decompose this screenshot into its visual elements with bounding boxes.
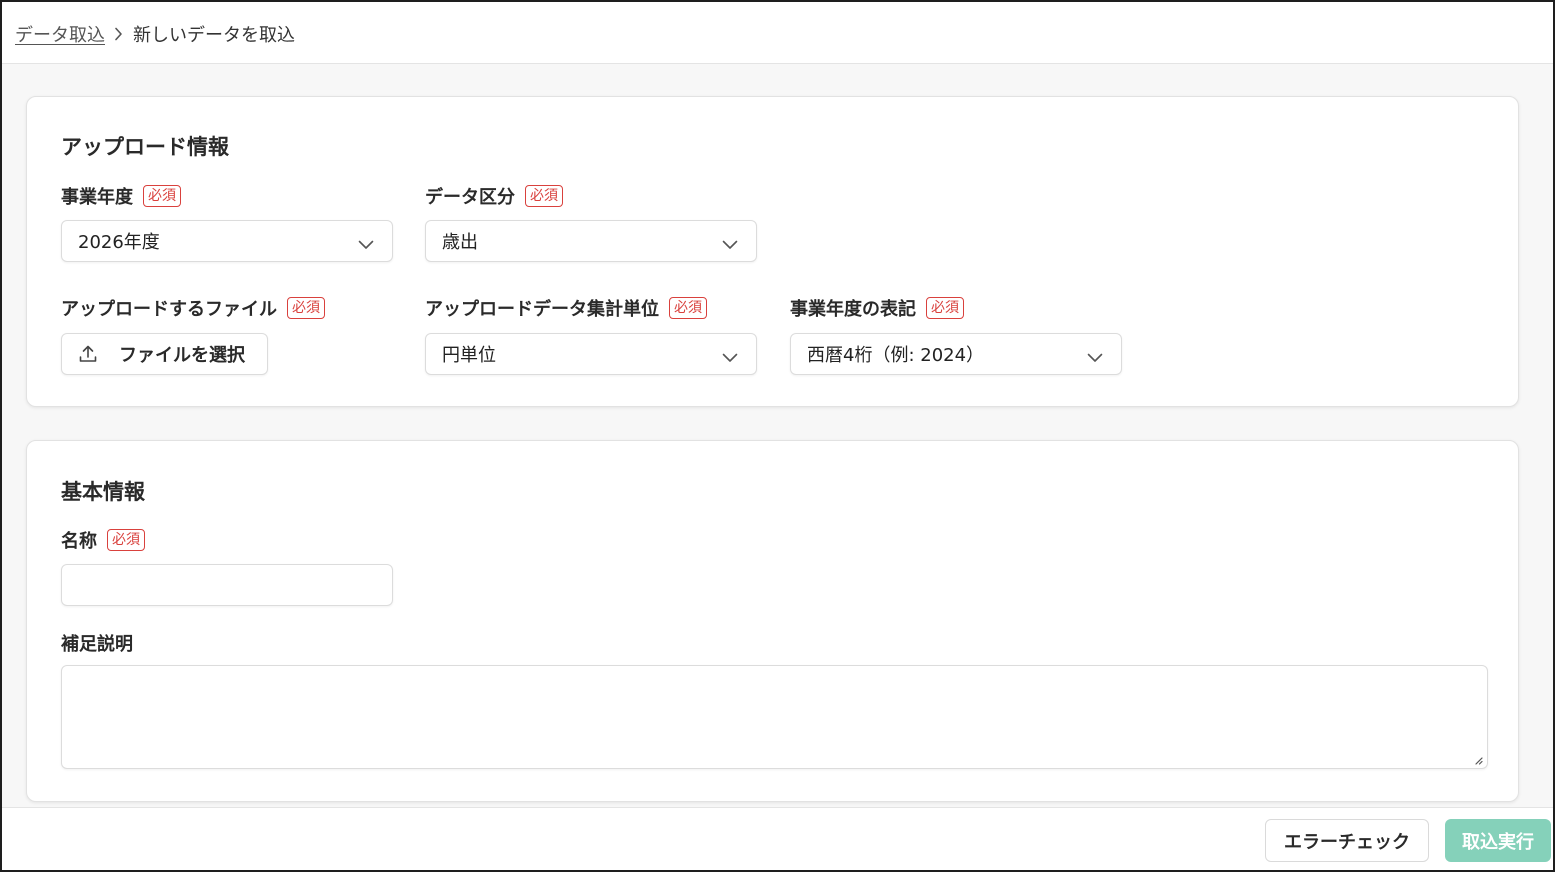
- data-category-select[interactable]: 歳出: [425, 220, 757, 262]
- year-notation-label-text: 事業年度の表記: [790, 299, 916, 320]
- required-badge: 必須: [107, 529, 145, 551]
- execute-import-button[interactable]: 取込実行: [1445, 819, 1551, 862]
- name-label: 名称 必須: [61, 527, 145, 553]
- error-check-button[interactable]: エラーチェック: [1265, 819, 1429, 862]
- upload-file-label-text: アップロードするファイル: [61, 299, 277, 320]
- chevron-down-icon: [722, 234, 738, 255]
- chevron-down-icon: [722, 347, 738, 368]
- required-badge: 必須: [287, 297, 325, 319]
- fiscal-year-label-text: 事業年度: [61, 187, 133, 208]
- upload-icon: [79, 345, 97, 363]
- aggregation-unit-select[interactable]: 円単位: [425, 333, 757, 375]
- select-file-button[interactable]: ファイルを選択: [61, 333, 268, 375]
- fiscal-year-label: 事業年度 必須: [61, 183, 181, 209]
- name-label-text: 名称: [61, 531, 97, 552]
- breadcrumb-link-data-import[interactable]: データ取込: [15, 21, 105, 47]
- required-badge: 必須: [669, 297, 707, 319]
- aggregation-unit-label-text: アップロードデータ集計単位: [425, 299, 659, 320]
- breadcrumb-current: 新しいデータを取込: [133, 25, 295, 46]
- year-notation-label: 事業年度の表記 必須: [790, 295, 964, 321]
- aggregation-unit-value: 円単位: [442, 345, 496, 366]
- chevron-down-icon: [1087, 347, 1103, 368]
- section-title-basic: 基本情報: [61, 480, 145, 504]
- chevron-right-icon: [114, 27, 123, 41]
- required-badge: 必須: [143, 185, 181, 207]
- data-category-label-text: データ区分: [425, 187, 515, 208]
- basic-info-card: 基本情報 名称 必須 補足説明: [26, 440, 1519, 802]
- section-title-upload: アップロード情報: [61, 135, 229, 159]
- breadcrumb: データ取込 新しいデータを取込: [15, 21, 295, 47]
- data-category-value: 歳出: [442, 232, 478, 253]
- fiscal-year-select[interactable]: 2026年度: [61, 220, 393, 262]
- upload-file-label: アップロードするファイル 必須: [61, 295, 325, 321]
- chevron-down-icon: [358, 234, 374, 255]
- year-notation-value: 西暦4桁（例: 2024）: [807, 345, 985, 366]
- header-bar: データ取込 新しいデータを取込: [2, 2, 1553, 64]
- resize-handle-icon[interactable]: [1473, 755, 1515, 798]
- aggregation-unit-label: アップロードデータ集計単位 必須: [425, 295, 707, 321]
- description-label: 補足説明: [61, 630, 133, 656]
- description-label-text: 補足説明: [61, 634, 133, 655]
- data-category-label: データ区分 必須: [425, 183, 563, 209]
- select-file-button-label: ファイルを選択: [119, 345, 245, 366]
- fiscal-year-value: 2026年度: [78, 232, 160, 253]
- main-content[interactable]: アップロード情報 事業年度 必須 2026年度 データ区分 必須 歳出 アップロ…: [2, 64, 1553, 807]
- footer-action-bar: エラーチェック 取込実行: [2, 807, 1553, 870]
- required-badge: 必須: [926, 297, 964, 319]
- year-notation-select[interactable]: 西暦4桁（例: 2024）: [790, 333, 1122, 375]
- description-textarea[interactable]: [61, 665, 1488, 769]
- upload-info-card: アップロード情報 事業年度 必須 2026年度 データ区分 必須 歳出 アップロ…: [26, 96, 1519, 407]
- app-window: データ取込 新しいデータを取込 アップロード情報 事業年度 必須 2026年度: [0, 0, 1555, 872]
- name-input[interactable]: [61, 564, 393, 606]
- required-badge: 必須: [525, 185, 563, 207]
